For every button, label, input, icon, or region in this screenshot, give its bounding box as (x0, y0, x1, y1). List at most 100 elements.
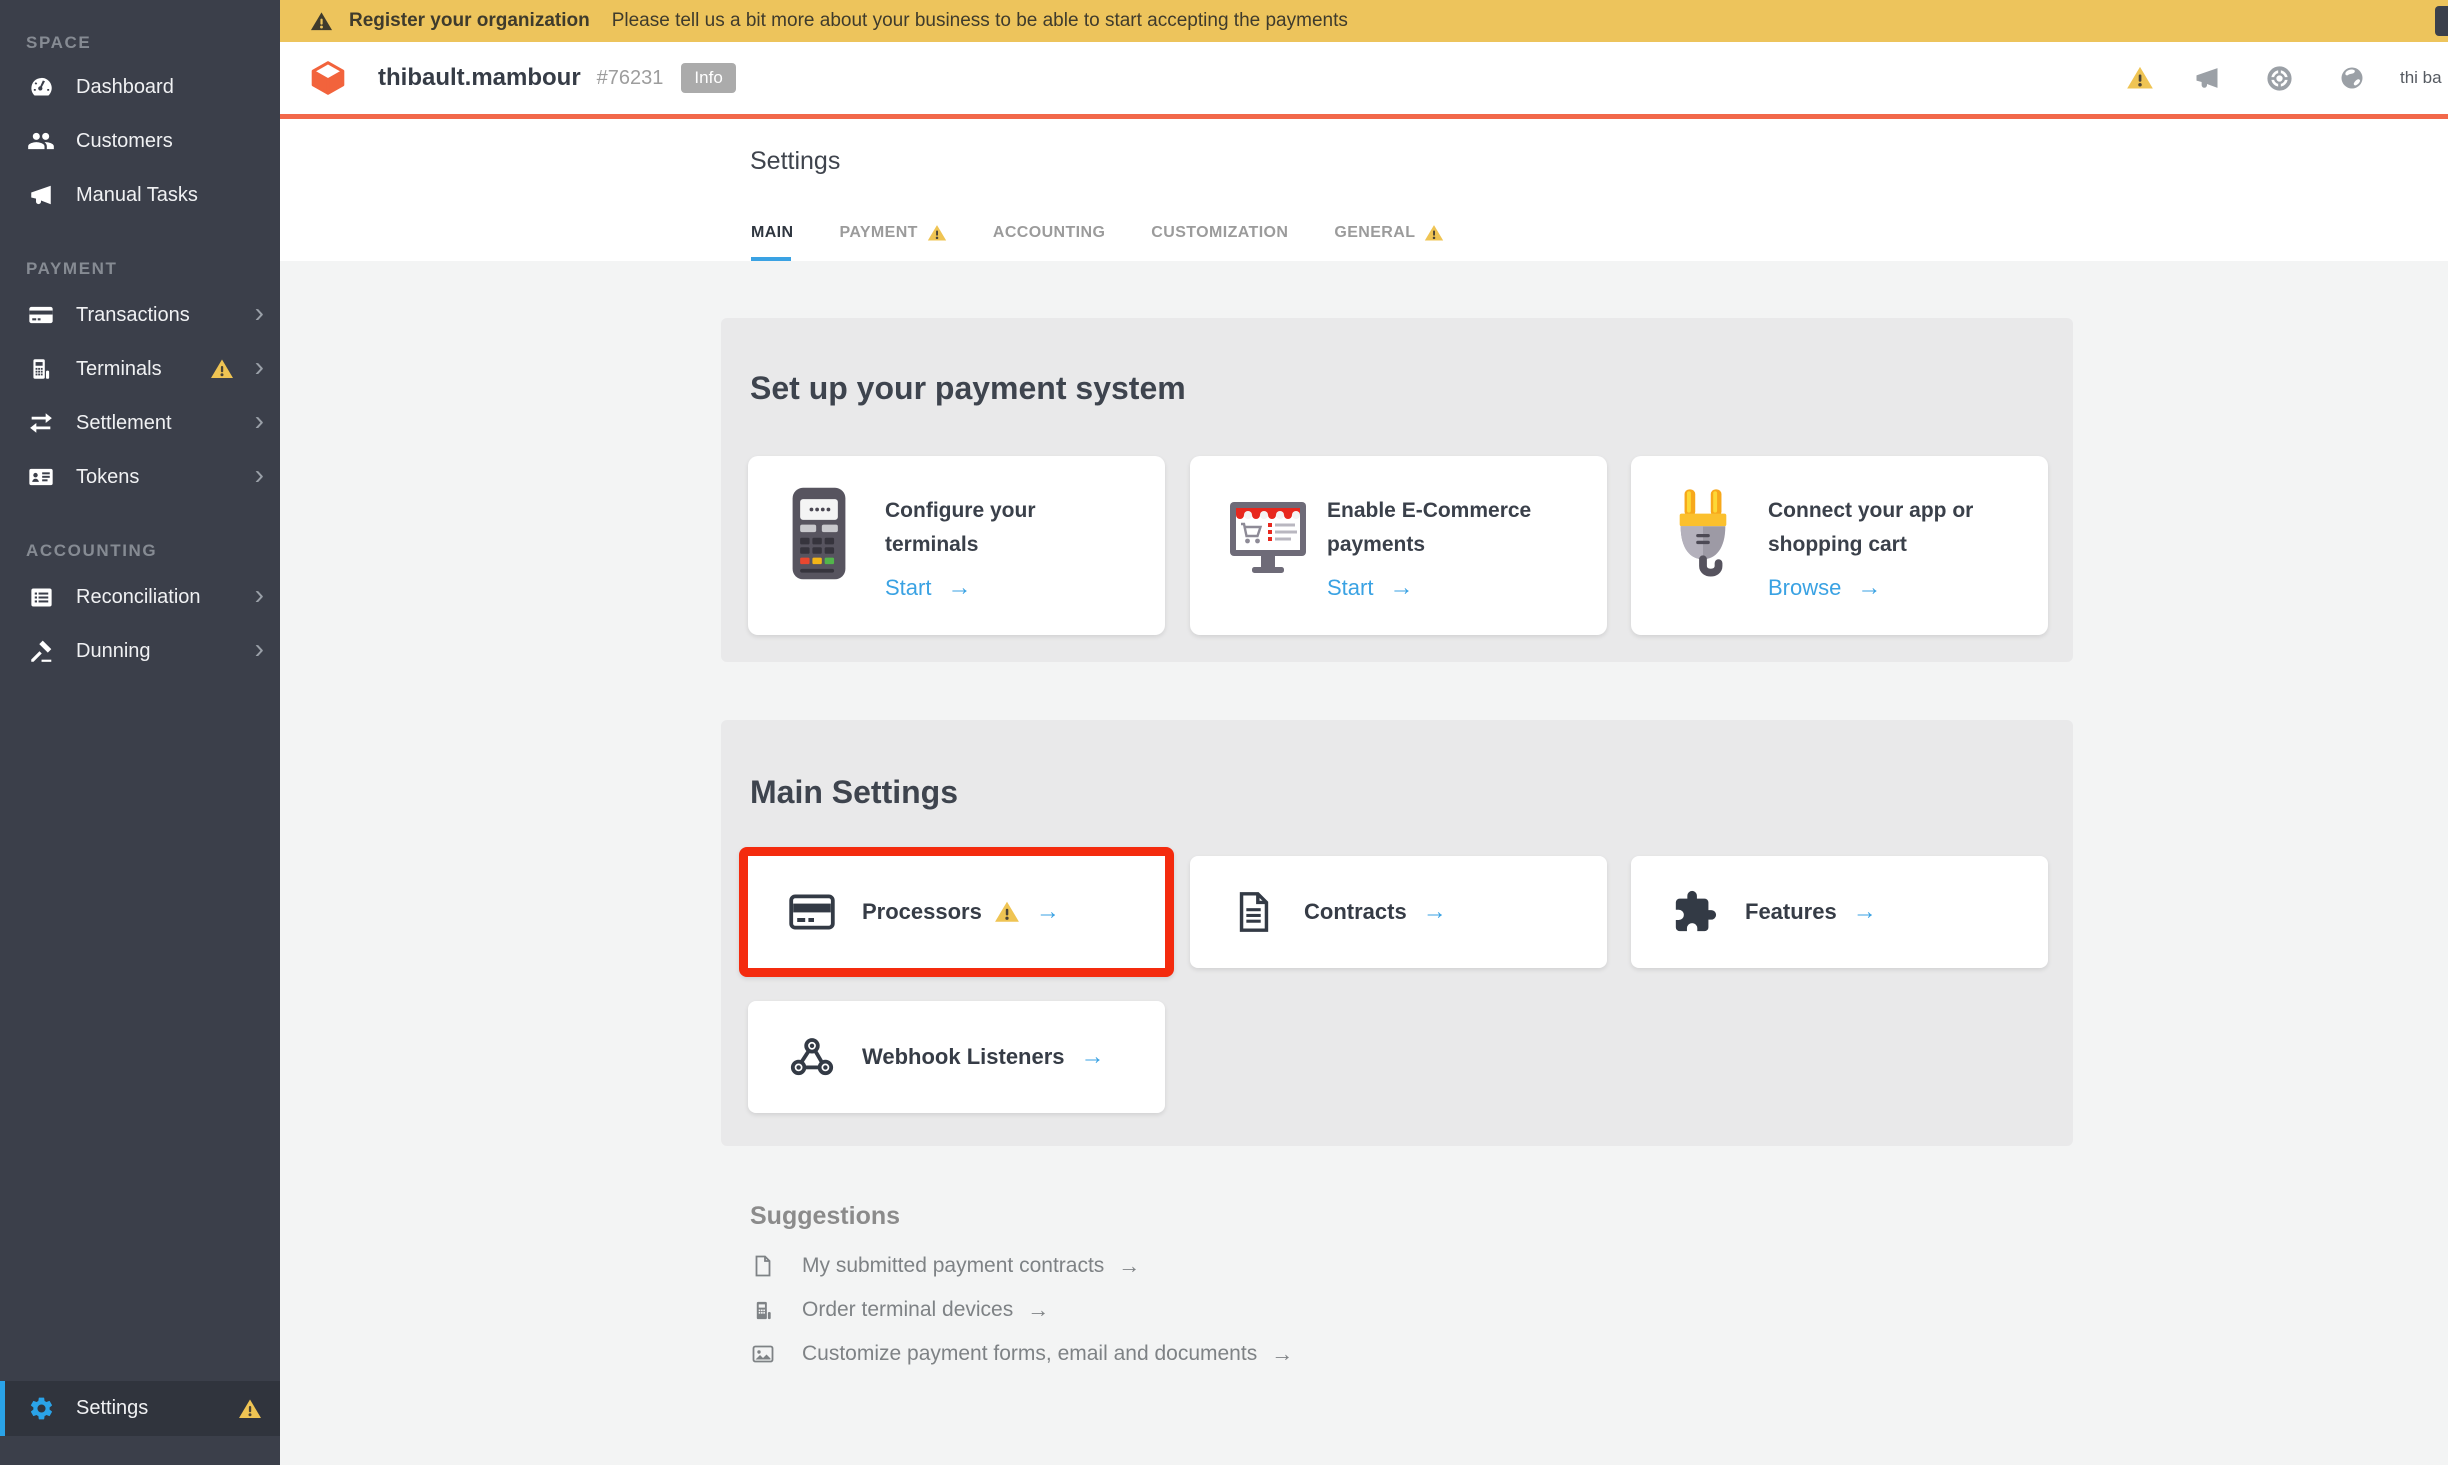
arrow-right-icon: → (1118, 1253, 1140, 1279)
tab-customization[interactable]: CUSTOMIZATION (1151, 223, 1288, 261)
suggestion-order-terminals[interactable]: Order terminal devices → (750, 1294, 1049, 1326)
arrow-right-icon: → (1857, 574, 1881, 602)
sidebar-item-settings[interactable]: Settings (0, 1381, 280, 1436)
tab-accounting[interactable]: ACCOUNTING (993, 223, 1105, 261)
setup-card-connect-app[interactable]: Connect your app orshopping cart Browse … (1631, 456, 2048, 635)
arrow-right-icon: → (1423, 898, 1447, 926)
webhook-icon (788, 1033, 836, 1081)
sidebar-item-settlement[interactable]: Settlement › (0, 396, 280, 450)
link-label: Start (1327, 575, 1373, 601)
sidebar-item-label: Tokens (76, 466, 139, 489)
sidebar-item-label: Transactions (76, 304, 190, 327)
chevron-right-icon: › (255, 461, 264, 489)
sidebar-item-label: Settings (76, 1397, 148, 1420)
help-lifebuoy-icon[interactable] (2264, 63, 2294, 93)
browse-link[interactable]: Browse → (1768, 574, 1881, 602)
sidebar-item-customers[interactable]: Customers (0, 114, 280, 168)
card-processors[interactable]: Processors → (739, 847, 1174, 977)
settings-tabs: MAIN PAYMENT ACCOUNTING CUSTOMIZATION GE… (751, 223, 1444, 261)
gavel-icon (26, 636, 56, 666)
info-badge[interactable]: Info (681, 63, 735, 93)
puzzle-piece-icon (1671, 888, 1719, 936)
payment-terminal-illustration (786, 486, 852, 587)
sidebar-item-reconciliation[interactable]: Reconciliation › (0, 570, 280, 624)
app-root: SPACE Dashboard Customers Manual Tasks P… (0, 0, 2448, 1465)
card-contracts[interactable]: Contracts → (1190, 856, 1607, 968)
sidebar-item-label: Manual Tasks (76, 184, 198, 207)
tab-main[interactable]: MAIN (751, 223, 793, 261)
account-number: #76231 (597, 67, 664, 90)
account-name: thibault.mambour (378, 64, 581, 92)
start-link[interactable]: Start → (885, 574, 971, 602)
sidebar-item-label: Terminals (76, 358, 162, 381)
document-icon (1230, 888, 1278, 936)
ecommerce-monitor-illustration (1228, 500, 1308, 583)
card-label: Contracts (1304, 899, 1407, 925)
link-label: Start (885, 575, 931, 601)
settings-page-head: Settings MAIN PAYMENT ACCOUNTING CUSTOMI… (280, 119, 2448, 261)
warning-icon (310, 10, 333, 33)
arrow-right-icon: → (1853, 898, 1877, 926)
id-card-icon (26, 462, 56, 492)
tab-label: PAYMENT (839, 224, 917, 242)
image-icon (750, 1341, 776, 1367)
warning-icon (994, 899, 1020, 925)
announcements-megaphone-icon[interactable] (2192, 63, 2222, 93)
chevron-right-icon: › (255, 581, 264, 609)
transfer-arrows-icon (26, 408, 56, 438)
setup-card-title: Connect your app orshopping cart (1768, 494, 1973, 562)
sidebar-item-dunning[interactable]: Dunning › (0, 624, 280, 678)
tab-general[interactable]: GENERAL (1334, 223, 1444, 261)
megaphone-icon (26, 180, 56, 210)
warning-icon[interactable] (2125, 63, 2155, 93)
warning-icon (210, 357, 234, 381)
start-button[interactable]: S (2435, 6, 2448, 36)
sidebar: SPACE Dashboard Customers Manual Tasks P… (0, 0, 280, 1465)
terminal-device-icon (750, 1297, 776, 1323)
suggestion-label: Customize payment forms, email and docum… (802, 1342, 1257, 1366)
setup-card-title: Enable E-Commercepayments (1327, 494, 1531, 562)
globe-icon[interactable] (2337, 63, 2367, 93)
sidebar-item-dashboard[interactable]: Dashboard (0, 60, 280, 114)
chevron-right-icon: › (255, 299, 264, 327)
arrow-right-icon: → (1027, 1297, 1049, 1323)
setup-card-ecommerce[interactable]: Enable E-Commercepayments Start → (1190, 456, 1607, 635)
page-title: Settings (750, 147, 840, 176)
suggestion-submitted-contracts[interactable]: My submitted payment contracts → (750, 1250, 1140, 1282)
sidebar-item-label: Dunning (76, 640, 151, 663)
setup-card-configure-terminals[interactable]: Configure yourterminals Start → (748, 456, 1165, 635)
start-link[interactable]: Start → (1327, 574, 1413, 602)
sidebar-item-tokens[interactable]: Tokens › (0, 450, 280, 504)
sidebar-item-terminals[interactable]: Terminals › (0, 342, 280, 396)
plug-illustration (1669, 486, 1737, 587)
tab-label: GENERAL (1334, 224, 1415, 242)
warning-icon (1424, 223, 1444, 243)
sidebar-item-transactions[interactable]: Transactions › (0, 288, 280, 342)
document-icon (750, 1253, 776, 1279)
arrow-right-icon: → (1081, 1043, 1105, 1071)
tab-payment[interactable]: PAYMENT (839, 223, 946, 261)
tab-label: MAIN (751, 224, 793, 242)
warning-icon (927, 223, 947, 243)
card-webhook-listeners[interactable]: Webhook Listeners → (748, 1001, 1165, 1113)
card-features[interactable]: Features → (1631, 856, 2048, 968)
sidebar-item-label: Customers (76, 130, 173, 153)
register-banner: Register your organization Please tell u… (280, 0, 2448, 42)
arrow-right-icon: → (947, 574, 971, 602)
people-icon (26, 126, 56, 156)
sidebar-item-label: Settlement (76, 412, 172, 435)
suggestion-customize-forms[interactable]: Customize payment forms, email and docum… (750, 1338, 1293, 1370)
sidebar-item-label: Dashboard (76, 76, 174, 99)
arrow-right-icon: → (1036, 898, 1060, 926)
app-header: thibault.mambour #76231 Info thi ba (280, 42, 2448, 119)
user-name-cut[interactable]: thi ba (2400, 68, 2442, 88)
dashboard-gauge-icon (26, 72, 56, 102)
suggestion-label: Order terminal devices (802, 1298, 1013, 1322)
chevron-right-icon: › (255, 353, 264, 381)
link-label: Browse (1768, 575, 1841, 601)
card-label: Features (1745, 899, 1837, 925)
tab-label: ACCOUNTING (993, 224, 1105, 242)
list-icon (26, 582, 56, 612)
sidebar-item-manual-tasks[interactable]: Manual Tasks (0, 168, 280, 222)
setup-payment-panel: Set up your payment system Configure you… (721, 318, 2073, 662)
